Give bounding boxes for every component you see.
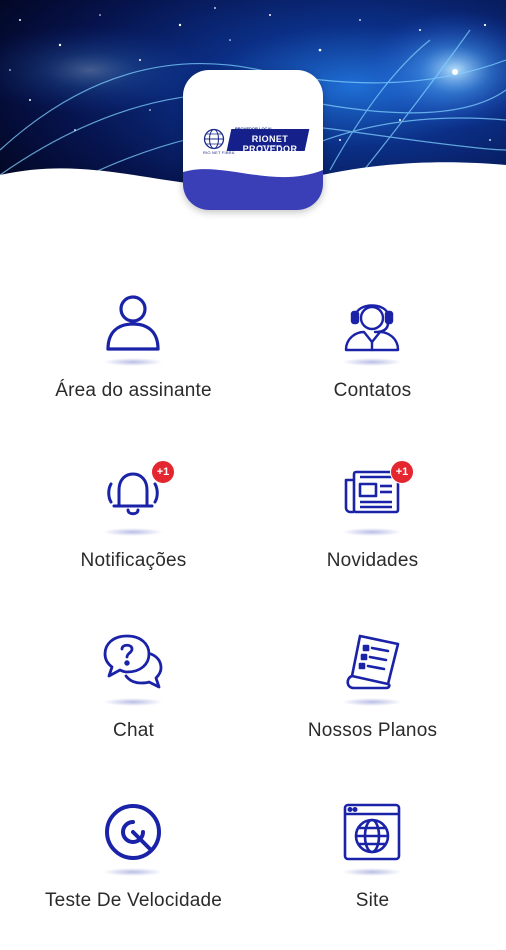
logo-globe-icon [203, 128, 225, 150]
icon-shadow [103, 528, 163, 536]
bell-icon: +1 [103, 460, 175, 522]
menu-teste-velocidade[interactable]: Teste De Velocidade [7, 790, 260, 950]
icon-shadow [342, 698, 402, 706]
speedometer-icon [103, 802, 163, 862]
logo-site-url: www.rionet.net [258, 144, 282, 148]
brand-logo-card: RIO NET FIBRA PROVEDOR LOCAL RIONET PROV… [183, 70, 323, 210]
menu-label: Teste De Velocidade [44, 890, 223, 911]
menu-novidades[interactable]: +1 Novidades [246, 450, 499, 610]
icon-shadow [103, 868, 163, 876]
plans-list-icon [342, 632, 402, 692]
logo-tagline: PROVEDOR LOCAL [235, 126, 273, 131]
menu-label: Site [355, 890, 390, 911]
headset-agent-icon [342, 292, 402, 352]
menu-label: Novidades [326, 550, 419, 571]
menu-contatos[interactable]: Contatos [246, 280, 499, 440]
icon-shadow [342, 358, 402, 366]
rionet-logo: RIO NET FIBRA PROVEDOR LOCAL RIONET PROV… [203, 126, 310, 156]
icon-shadow [103, 698, 163, 706]
chat-bubbles-icon [103, 632, 163, 692]
menu-chat[interactable]: Chat [7, 620, 260, 780]
menu-notificacoes[interactable]: +1 Notificações [7, 450, 260, 610]
icon-shadow [103, 358, 163, 366]
newspaper-icon: +1 [342, 460, 414, 522]
menu-area-assinante[interactable]: Área do assinante [7, 280, 260, 440]
logo-wave [183, 169, 323, 210]
user-icon [103, 292, 163, 352]
menu-label: Contatos [333, 380, 412, 401]
menu-nossos-planos[interactable]: Nossos Planos [246, 620, 499, 780]
menu-label: Notificações [80, 550, 187, 571]
icon-shadow [342, 868, 402, 876]
menu-label: Chat [113, 720, 154, 741]
menu-label: Nossos Planos [307, 720, 438, 741]
web-globe-icon [342, 802, 402, 862]
menu-label: Área do assinante [55, 380, 212, 401]
notification-badge: +1 [390, 460, 414, 484]
notification-badge: +1 [151, 460, 175, 484]
menu-site[interactable]: Site [246, 790, 499, 950]
icon-shadow [342, 528, 402, 536]
